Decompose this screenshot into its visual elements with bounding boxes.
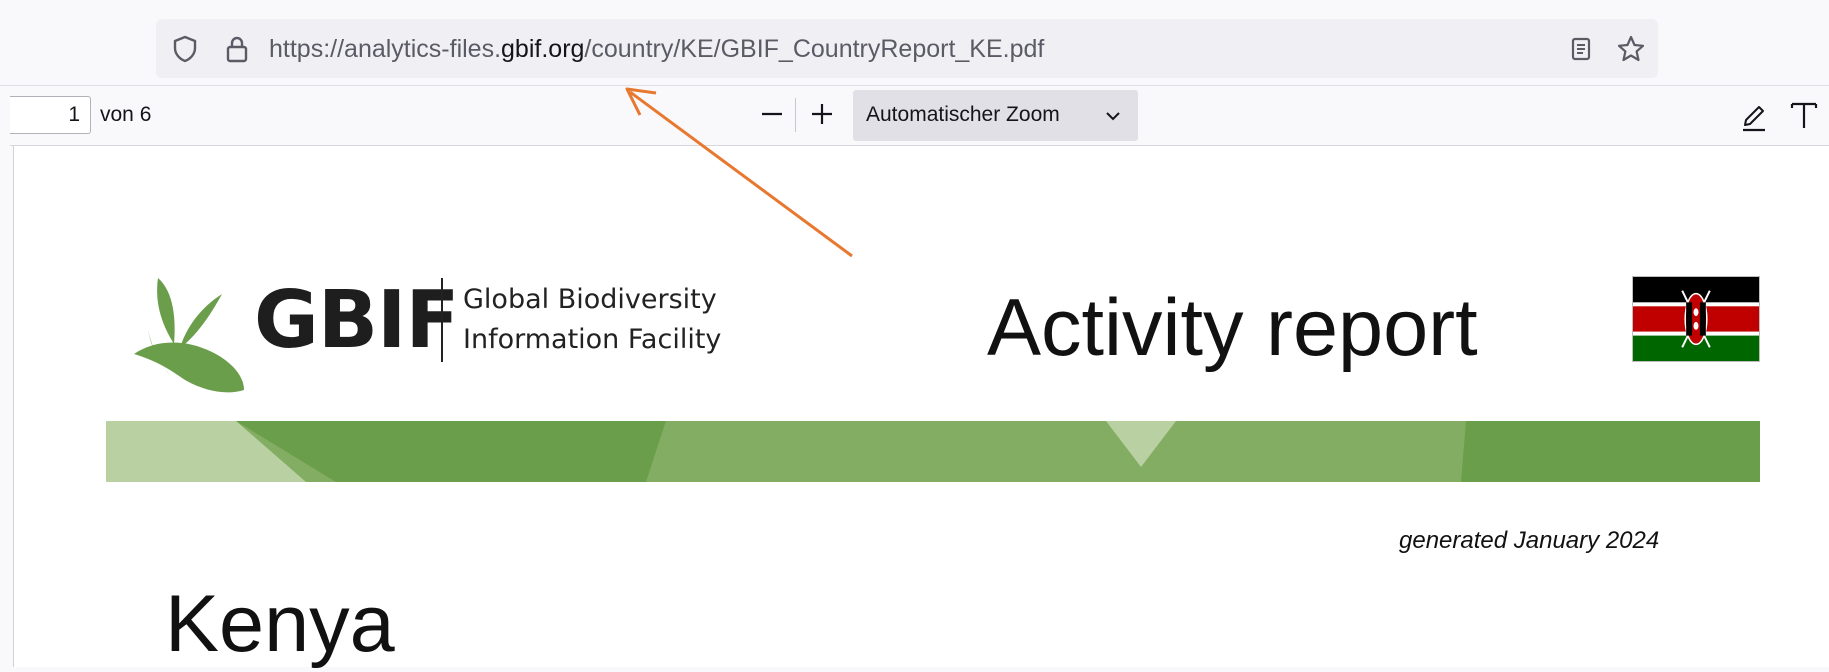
gbif-wordmark: GBIF [254,274,459,366]
country-name: Kenya [165,579,395,669]
toolbar-divider [795,98,796,132]
url-path: /country/KE/GBIF_CountryReport_KE.pdf [584,35,1045,63]
pdf-page: GBIF Global Biodiversity Information Fac… [13,146,1829,669]
browser-toolbar: https://analytics-files.gbif.org/country… [0,0,1829,86]
url-prefix: https://analytics-files. [269,35,502,63]
pdf-viewer-toolbar: 1 von 6 Automatischer Zoom [10,86,1829,146]
kenya-flag-icon [1632,276,1760,362]
text-icon[interactable] [1786,96,1822,134]
gbif-leaf-logo-icon [134,278,244,393]
tagline-line-2: Information Facility [463,324,722,355]
reader-view-icon[interactable] [1565,33,1597,65]
logo-separator [441,278,443,362]
zoom-select-label: Automatischer Zoom [866,103,1060,126]
address-bar[interactable]: https://analytics-files.gbif.org/country… [156,19,1658,78]
green-banner [106,421,1760,482]
tagline-line-1: Global Biodiversity [463,284,717,315]
gbif-tagline: Global Biodiversity Information Facility [463,280,721,360]
zoom-in-icon[interactable] [805,97,839,131]
page-count-label: von 6 [100,103,152,126]
chevron-down-icon [1106,112,1120,121]
shield-icon[interactable] [169,33,201,65]
zoom-out-icon[interactable] [755,97,789,131]
zoom-select[interactable]: Automatischer Zoom [853,90,1138,141]
lock-icon[interactable] [221,33,253,65]
generated-date: generated January 2024 [1399,527,1660,554]
url-text[interactable]: https://analytics-files.gbif.org/country… [269,33,1044,65]
report-title: Activity report [987,283,1478,373]
page-number-input[interactable]: 1 [10,96,91,134]
url-domain: gbif.org [501,35,585,63]
document-viewport[interactable]: GBIF Global Biodiversity Information Fac… [0,146,1829,669]
bookmark-star-icon[interactable] [1615,33,1647,65]
highlight-icon[interactable] [1735,96,1773,134]
